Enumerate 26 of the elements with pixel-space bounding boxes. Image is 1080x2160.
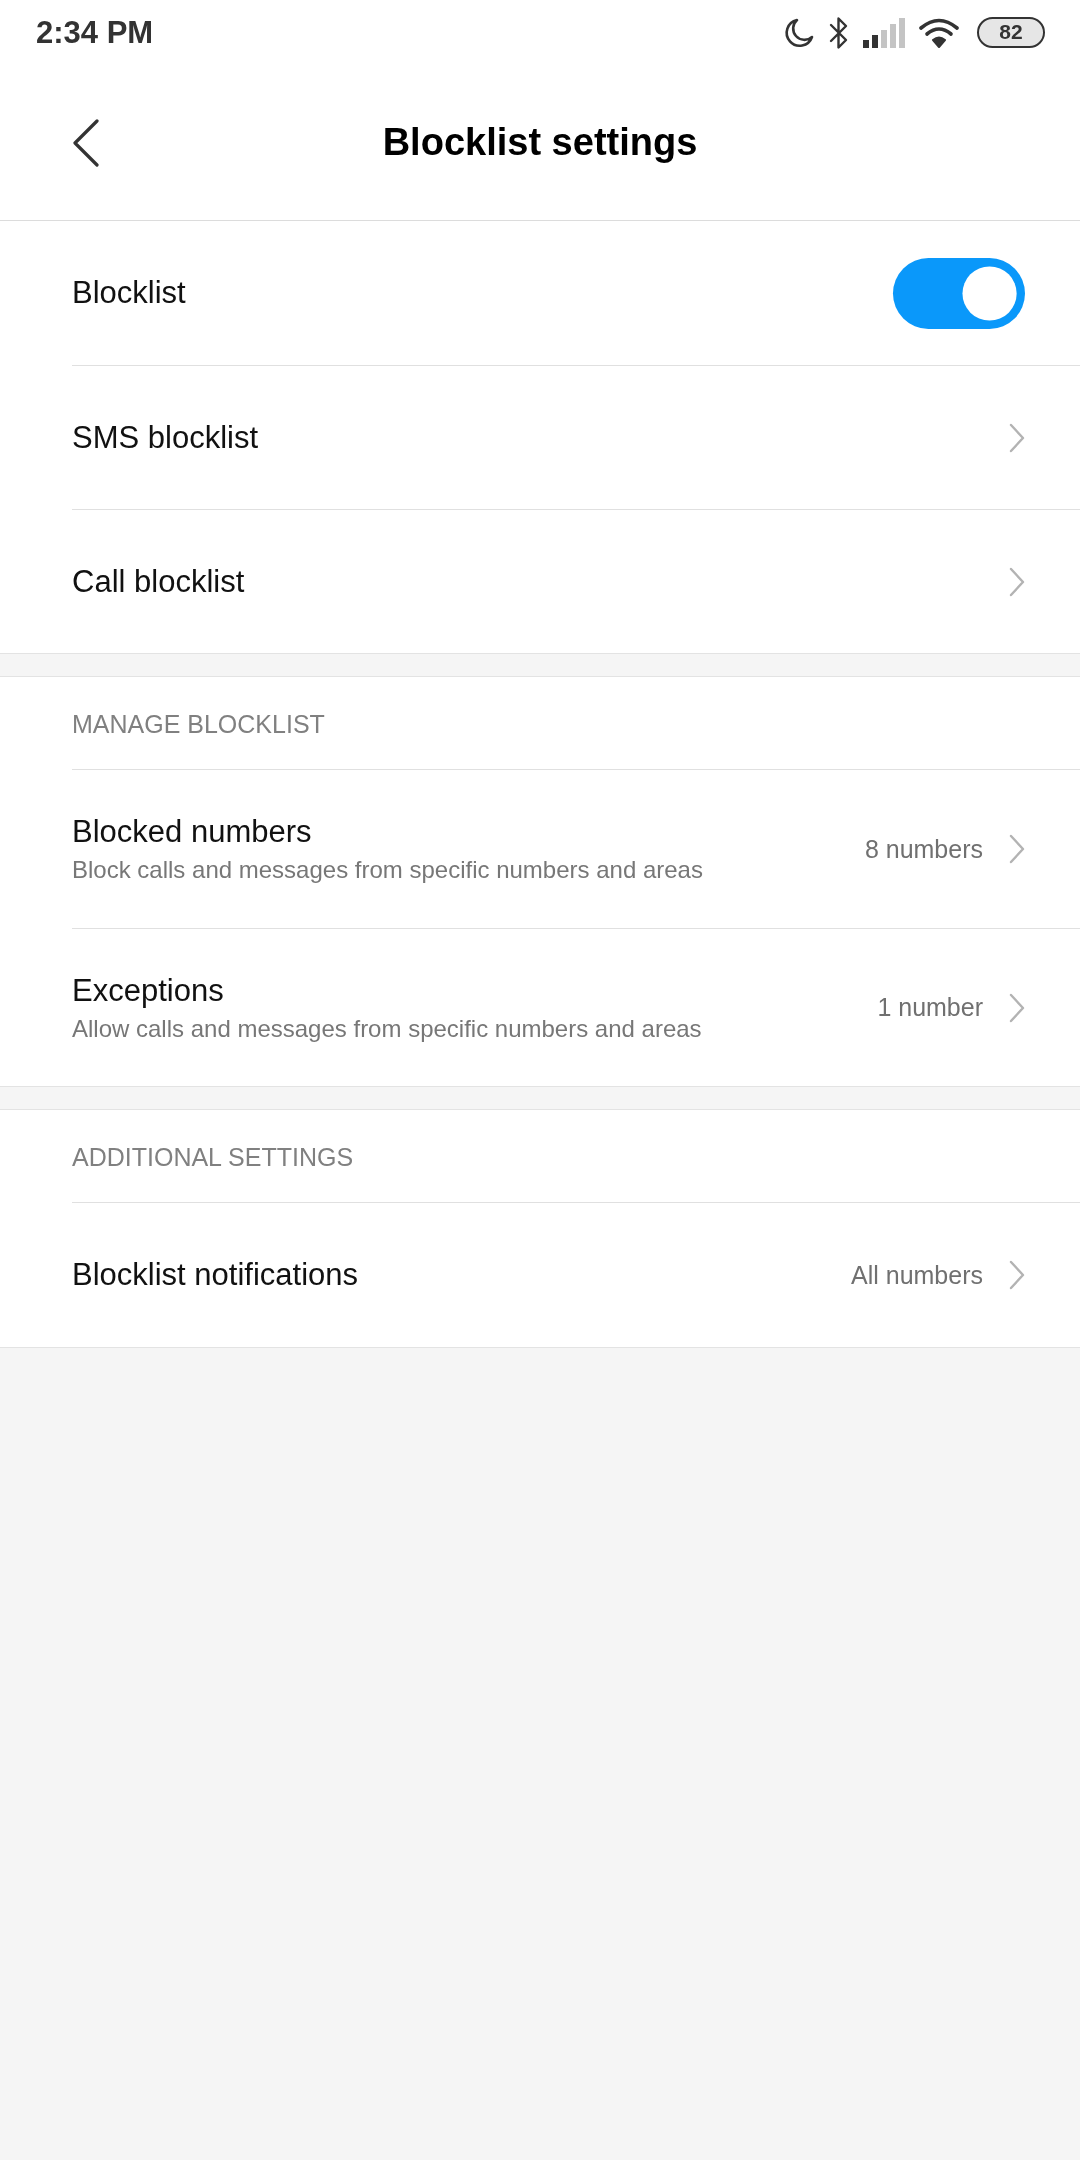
chevron-right-icon[interactable]: [1009, 566, 1025, 597]
setting-description: Block calls and messages from specific numbers and areas: [72, 856, 703, 884]
setting-value: All numbers: [851, 1260, 983, 1290]
page-title: Blocklist settings: [382, 121, 698, 164]
chevron-right-icon[interactable]: [1009, 992, 1025, 1023]
chevron-right-icon[interactable]: [1009, 834, 1025, 864]
back-icon: [72, 118, 100, 167]
moon-icon: [783, 16, 815, 49]
wifi-icon: [919, 17, 959, 48]
battery-indicator: 82: [977, 17, 1045, 48]
bluetooth-icon: [829, 15, 849, 50]
setting-label: SMS blocklist: [72, 419, 259, 456]
setting-description: Allow calls and messages from specific numbers and areas: [72, 1014, 702, 1043]
setting-value: 8 numbers: [864, 834, 983, 864]
status-time: 2:34 PM: [36, 14, 154, 51]
section-header: MANAGE BLOCKLIST: [72, 677, 1080, 770]
setting-label: Blocklist: [72, 275, 186, 311]
chevron-right-icon[interactable]: [1009, 1260, 1025, 1290]
setting-label: Call blocklist: [72, 563, 245, 600]
setting-label: Blocked numbers: [72, 814, 312, 850]
setting-label: Exceptions: [72, 972, 224, 1009]
signal-icon: [863, 17, 905, 48]
setting-value: 1 number: [877, 993, 983, 1022]
setting-label: Blocklist notifications: [72, 1257, 358, 1293]
section-header: ADDITIONAL SETTINGS: [72, 1110, 1080, 1203]
chevron-right-icon[interactable]: [1009, 422, 1025, 453]
